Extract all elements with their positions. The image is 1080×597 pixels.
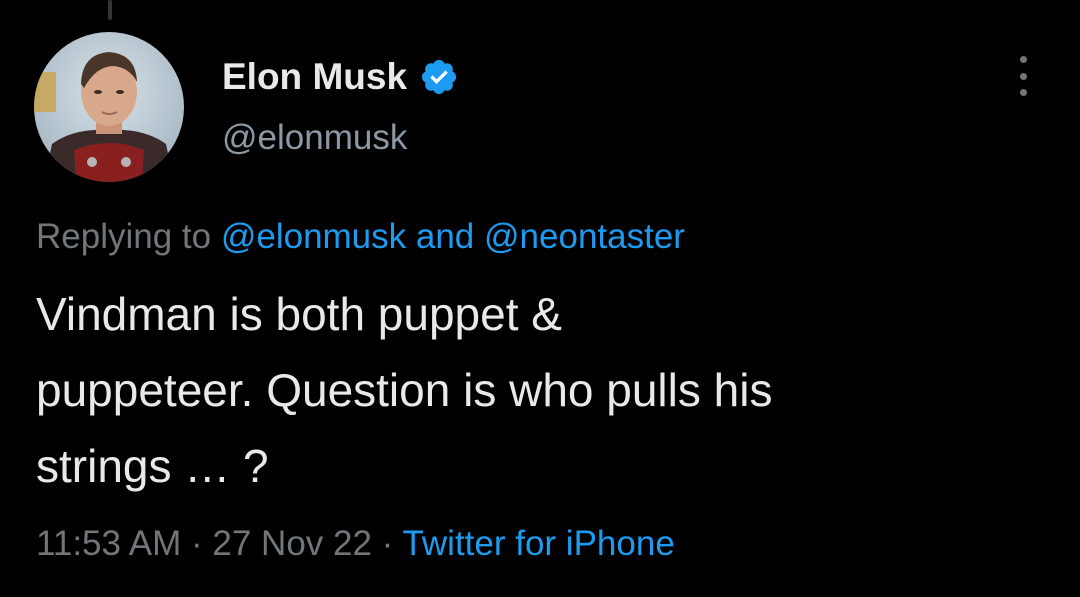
- meta-separator: ·: [181, 524, 213, 563]
- reply-mention-elonmusk[interactable]: @elonmusk: [221, 217, 406, 256]
- more-options-icon[interactable]: [1011, 56, 1035, 96]
- author-display-name[interactable]: Elon Musk: [222, 55, 407, 99]
- replying-to-line: Replying to @elonmusk and @neontaster: [36, 216, 685, 258]
- reply-conjunction: and: [406, 217, 485, 256]
- verified-badge-icon: [421, 59, 457, 95]
- avatar[interactable]: [34, 32, 184, 182]
- avatar-image: [34, 32, 184, 182]
- replying-to-prefix: Replying to: [36, 217, 221, 256]
- thread-connector-line: [108, 0, 112, 20]
- author-name-row[interactable]: Elon Musk: [222, 55, 459, 99]
- tweet-time[interactable]: 11:53 AM: [36, 524, 181, 563]
- tweet-source-link[interactable]: Twitter for iPhone: [402, 524, 674, 563]
- reply-mention-neontaster[interactable]: @neontaster: [484, 217, 685, 256]
- author-handle[interactable]: @elonmusk: [222, 116, 407, 160]
- tweet-metadata: 11:53 AM · 27 Nov 22 · Twitter for iPhon…: [36, 522, 675, 566]
- tweet-date[interactable]: 27 Nov 22: [212, 524, 372, 563]
- tweet-text: Vindman is both puppet & puppeteer. Ques…: [36, 288, 773, 492]
- meta-separator: ·: [371, 524, 403, 563]
